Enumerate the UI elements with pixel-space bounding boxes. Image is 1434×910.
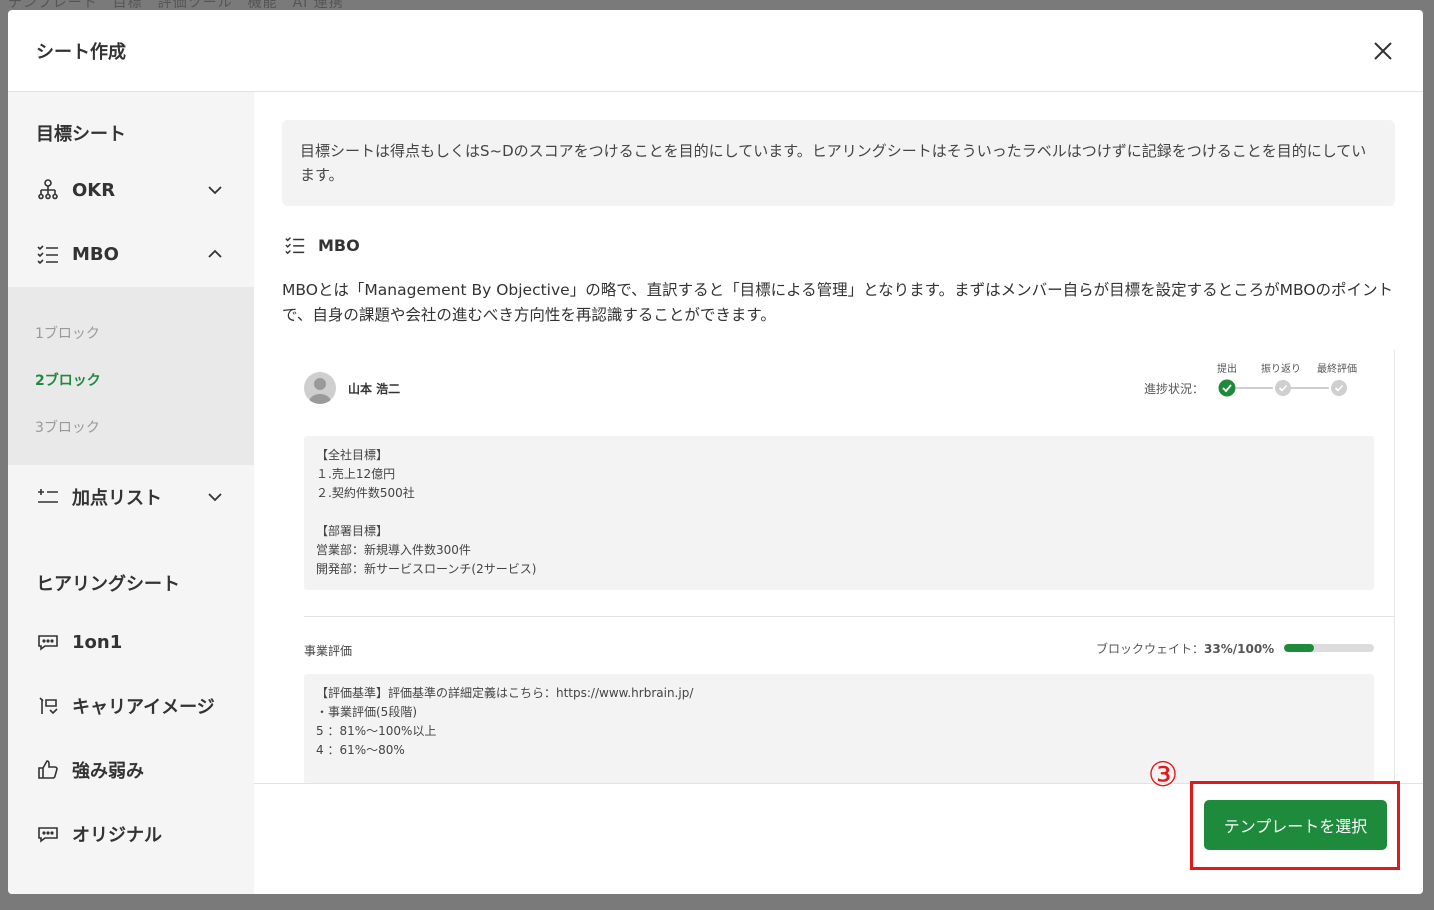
sidebar-item-label: キャリアイメージ [72,697,215,718]
chat-icon [36,822,60,846]
sidebar-item-career-image[interactable]: キャリアイメージ [36,688,224,724]
checklist-icon [285,237,305,255]
chevron-down-icon [208,186,222,195]
select-template-button[interactable]: テンプレートを選択 [1204,800,1387,850]
sub-item-block-3[interactable]: 3ブロック [35,417,100,437]
goal-sheet-heading: 目標シート [36,124,126,145]
criteria-box: 【評価基準】評価基準の詳細定義はこちら：https://www.hrbrain.… [304,674,1374,783]
hearing-sheet-heading: ヒアリングシート [36,574,180,595]
org-chart-icon [36,178,60,202]
template-preview: 山本 浩二 進捗状況： 提出 振り返り 最終評価 【全社目標】 １.売上12億円… [282,350,1395,783]
sidebar-item-1on1[interactable]: 1on1 [36,624,224,660]
chat-icon [36,630,60,654]
block-weight-label: ブロックウェイト： [1096,642,1205,656]
step-pending-icon [1331,380,1347,396]
step-label: 振り返り [1261,364,1301,375]
avatar [304,372,336,404]
sidebar-item-label: OKR [72,179,116,201]
mbo-description: MBOとは「Management By Objective」の略で、直訳すると「… [282,281,1394,324]
thumbs-up-icon [36,758,60,782]
section-title: MBO [284,234,360,256]
progress-steps: 提出 振り返り 最終評価 [1217,360,1367,400]
sidebar-item-okr[interactable]: OKR [36,172,224,208]
info-note: 目標シートは得点もしくはS~Dのスコアをつけることを目的にしています。ヒアリング… [282,120,1395,206]
sidebar-item-label: 1on1 [72,631,123,653]
step-pending-icon [1275,380,1291,396]
section-title-text: MBO [318,235,360,255]
step-label: 提出 [1217,364,1237,375]
sidebar-item-label: 加点リスト [72,488,162,509]
user-name: 山本 浩二 [348,382,401,396]
weight-progress-bar [1284,644,1374,652]
step-label: 最終評価 [1317,364,1357,375]
sub-item-block-2[interactable]: 2ブロック [35,370,101,390]
evaluation-label: 事業評価 [304,644,353,658]
career-flag-icon [36,694,60,718]
modal-title: シート作成 [36,41,126,63]
annotation-number: ③ [1147,755,1179,795]
goals-box: 【全社目標】 １.売上12億円 ２.契約件数500社 【部署目標】 営業部：新規… [304,436,1374,590]
chevron-up-icon [208,249,222,258]
block-weight-value: 33%/100% [1204,642,1275,656]
sheet-create-modal: シート作成 目標シート OKR MBO 1ブロック 2ブロック 3ブロック 加点… [8,10,1423,894]
divider [304,616,1394,617]
sidebar-item-original[interactable]: オリジナル [36,816,224,852]
sidebar-item-label: オリジナル [72,825,162,846]
sidebar-item-label: MBO [72,243,119,265]
main-content: 目標シートは得点もしくはS~Dのスコアをつけることを目的にしています。ヒアリング… [254,92,1423,783]
mbo-sub-panel: 1ブロック 2ブロック 3ブロック [8,287,254,465]
progress-label: 進捗状況： [1144,382,1205,396]
sidebar-item-mbo[interactable]: MBO [36,236,224,272]
sidebar: 目標シート OKR MBO 1ブロック 2ブロック 3ブロック 加点リスト ヒア… [8,92,254,894]
close-icon[interactable] [1371,39,1395,63]
sidebar-item-strengths[interactable]: 強み弱み [36,752,224,788]
modal-header: シート作成 [8,10,1423,92]
sidebar-item-label: 強み弱み [72,761,144,782]
sub-item-block-1[interactable]: 1ブロック [35,323,100,343]
plus-list-icon [36,485,60,509]
step-done-icon [1218,379,1236,397]
checklist-icon [36,242,60,266]
sidebar-item-points-list[interactable]: 加点リスト [36,479,224,515]
chevron-down-icon [208,493,222,502]
block-weight: ブロックウェイト：33%/100% [1096,640,1274,657]
weight-progress-fill [1284,644,1314,652]
